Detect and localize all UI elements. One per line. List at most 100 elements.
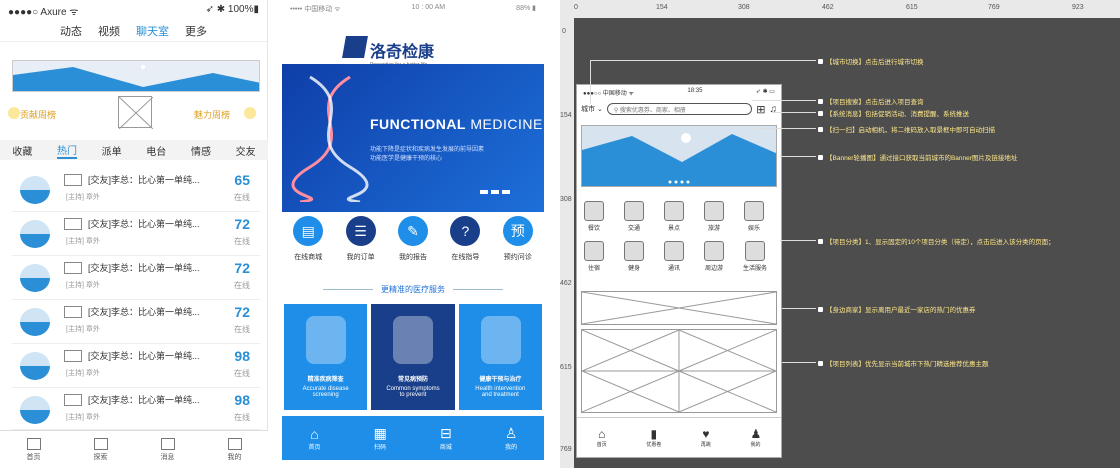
quick-reports[interactable]: ✎ 我的报告 <box>397 216 428 272</box>
carousel-dot[interactable] <box>491 190 499 194</box>
quick-shop[interactable]: ▤ 在线商城 <box>293 216 324 272</box>
quick-appointment[interactable]: 预预约问诊 <box>502 216 533 272</box>
room-title: [交友]李总：比心第一单纯... <box>88 219 200 229</box>
category-icon <box>704 241 724 261</box>
quick-orders-label: 我的订单 <box>346 254 375 261</box>
category-tab-hot[interactable]: 热门 <box>56 142 77 159</box>
category-item[interactable]: 周边游 <box>703 241 725 272</box>
service-card-prevention[interactable]: 常见病预防 Common symptoms to prevent <box>371 304 455 410</box>
room-host: [主持] 章外 <box>66 194 100 201</box>
qr-icon: ▦ <box>373 425 387 441</box>
tab-more[interactable]: 更多 <box>185 23 207 39</box>
message-icon <box>160 437 175 450</box>
microscope-icon <box>306 316 346 364</box>
room-list-item[interactable]: [交友]李总：比心第一单纯... [主持] 章外 72 在线 <box>12 300 260 344</box>
scan-icon[interactable]: ⊞ <box>756 103 765 116</box>
quick-guidance[interactable]: ? 在线指导 <box>450 216 481 272</box>
ruler-mark: 615 <box>906 4 918 11</box>
virus-icon <box>393 316 434 364</box>
banner-carousel[interactable] <box>581 125 777 187</box>
nearby-merchant-placeholder[interactable] <box>581 291 777 325</box>
quick-orders[interactable]: ☰ 我的订单 <box>345 216 376 272</box>
category-item[interactable]: 通讯 <box>663 241 685 272</box>
room-list-item[interactable]: [交友]李总：比心第一单纯... [主持] 章外 72 在线 <box>12 256 260 300</box>
card-desc-2: screening <box>312 392 339 398</box>
annotation-banner: 【Banner轮播图】通过接口获取当前城市的Banner图片及链接地址 <box>817 152 1017 162</box>
service-card-treatment[interactable]: 健康干预与治疗 Health intervention and treatment <box>458 304 542 410</box>
carousel-dot[interactable] <box>480 190 488 194</box>
tab-shop[interactable]: ⊟ 商城 <box>440 425 452 451</box>
service-card-screening[interactable]: 精准疾病筛查 Accurate disease screening <box>284 304 368 410</box>
room-list-item[interactable]: [交友]李总：比心第一单纯... [主持] 章外 65 在线 <box>12 168 260 212</box>
category-item[interactable]: 餐饮 <box>583 201 605 232</box>
search-input[interactable]: ⚲ 搜索优惠券、商家、相册 <box>606 103 753 115</box>
phone-screen-health: ••••• 中国移动 ᯤ 10 : 00 AM 88% ▮ 洛奇检康 Preve… <box>282 0 544 468</box>
nav-home[interactable]: 首页 <box>26 437 41 462</box>
tab-video[interactable]: 视频 <box>98 23 120 39</box>
contribution-rank-link[interactable]: 贡献周榜 <box>20 108 56 121</box>
leader-line <box>772 112 816 113</box>
category-item[interactable]: 旅游 <box>703 201 725 232</box>
phone-screen-chatroom: ●●●●○ Axure ᯤ ➶ ✱ 100%▮ 动态 视频 聊天室 更多 贡献周… <box>0 0 268 468</box>
category-item[interactable]: 娱乐 <box>743 201 765 232</box>
ruler-mark: 0 <box>574 4 578 11</box>
nav-profile[interactable]: ♟ 我的 <box>750 427 761 448</box>
tab-scan[interactable]: ▦ 扫码 <box>374 425 387 451</box>
home-icon: ⌂ <box>598 427 606 441</box>
nav-home[interactable]: ⌂ 首页 <box>597 427 607 448</box>
ruler-horizontal: 0 154 308 462 615 769 923 <box>560 0 1120 18</box>
quick-actions: ▤ 在线商城 ☰ 我的订单 ✎ 我的报告 ? 在线指导 预预约问诊 <box>282 216 544 272</box>
tab-chatroom[interactable]: 聊天室 <box>136 23 169 39</box>
tab-me[interactable]: ♙ 我的 <box>505 425 518 451</box>
category-tab-favorite[interactable]: 收藏 <box>12 143 32 158</box>
annotation-category: 【项目分类】1、显示固定的10个项目分类（待定），点击后进入该分类的页面； <box>818 236 1055 246</box>
category-icon <box>624 201 644 221</box>
charm-rank-link[interactable]: 魅力周榜 <box>194 108 230 121</box>
carousel-dot[interactable] <box>502 190 510 194</box>
quick-appointment-label: 预约问诊 <box>503 254 532 261</box>
carousel-dots[interactable] <box>480 190 510 194</box>
category-label: 周边游 <box>704 266 723 272</box>
nav-explore[interactable]: 探索 <box>93 437 108 462</box>
category-item[interactable]: 住宿 <box>583 241 605 272</box>
category-item[interactable]: 交通 <box>623 201 645 232</box>
ruler-mark: 154 <box>656 4 668 11</box>
nav-profile[interactable]: 我的 <box>227 437 242 462</box>
city-switch[interactable]: 城市 ⌄ <box>581 104 603 114</box>
nav-health-label: 再跳 <box>700 442 711 448</box>
leader-line <box>756 128 816 129</box>
tab-shop-label: 商城 <box>439 445 452 451</box>
room-host: [主持] 章外 <box>66 414 100 421</box>
ruler-mark: 769 <box>560 446 572 453</box>
dna-helix-icon <box>291 75 369 202</box>
battery-indicator: 88% ▮ <box>516 5 536 12</box>
nav-health[interactable]: ♥ 再跳 <box>701 427 711 448</box>
category-tab-dispatch[interactable]: 派单 <box>102 143 122 158</box>
room-list-item[interactable]: [交友]李总：比心第一单纯... [主持] 章外 72 在线 <box>12 212 260 256</box>
top-tabs: 动态 视频 聊天室 更多 <box>0 20 267 42</box>
tab-dongtai[interactable]: 动态 <box>60 23 82 39</box>
category-tab-emotion[interactable]: 情感 <box>191 143 211 158</box>
category-icon <box>745 241 765 261</box>
category-tab-friends[interactable]: 交友 <box>236 143 256 158</box>
banner-placeholder[interactable] <box>12 60 260 92</box>
tab-home[interactable]: ⌂ 首页 <box>309 426 321 451</box>
room-title: [交友]李总：比心第一单纯... <box>88 263 200 273</box>
category-item[interactable]: 生活服务 <box>737 241 773 272</box>
category-item[interactable]: 景点 <box>663 201 685 232</box>
home-icon: ⌂ <box>310 425 319 442</box>
project-list-placeholder[interactable] <box>581 329 777 413</box>
ruler-mark: 462 <box>822 4 834 11</box>
hero-banner[interactable]: FUNCTIONAL MEDICINE 功能下降是症状和疾病发生发展的前导因素功… <box>282 64 544 212</box>
nav-messages[interactable]: 消息 <box>160 437 175 462</box>
room-list-item[interactable]: [交友]李总：比心第一单纯... [主持] 章外 98 在线 <box>12 388 260 430</box>
room-host: [主持] 章外 <box>66 370 100 377</box>
room-list-item[interactable]: [交友]李总：比心第一单纯... [主持] 章外 98 在线 <box>12 344 260 388</box>
nav-coupons[interactable]: ▮ 优惠卷 <box>646 427 661 448</box>
annotation-scan: 【扫一扫】启动相机，将二维码放入取景框中即可自动扫描 <box>818 124 995 134</box>
leader-line <box>780 156 816 157</box>
category-label: 餐饮 <box>587 226 600 232</box>
room-avatar <box>20 264 50 292</box>
category-item[interactable]: 健身 <box>623 241 645 272</box>
category-tab-radio[interactable]: 电台 <box>146 143 166 158</box>
